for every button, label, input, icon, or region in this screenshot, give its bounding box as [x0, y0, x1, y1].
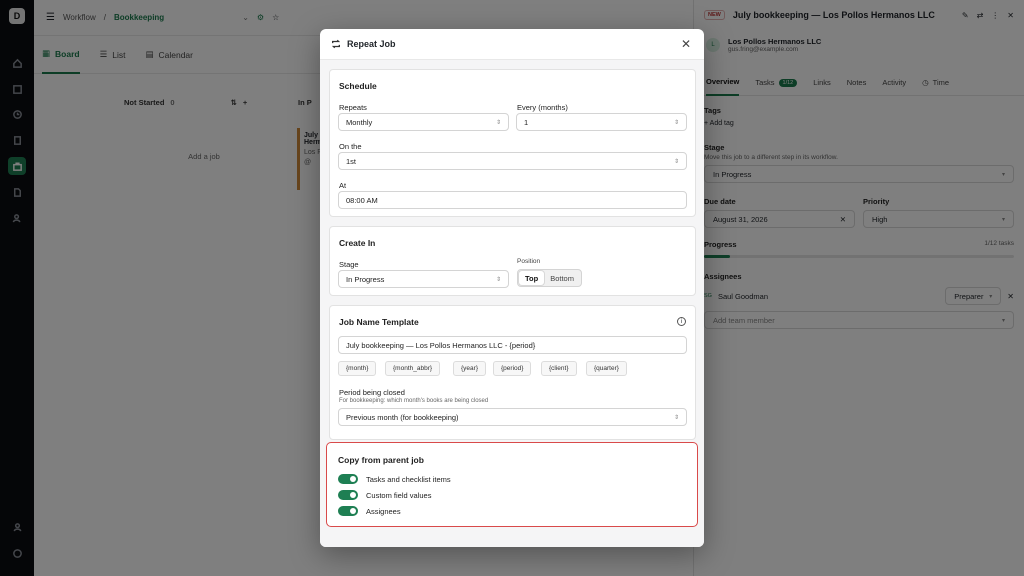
chevron-updown-icon: ⇕	[495, 276, 501, 283]
repeats-value: Monthly	[346, 117, 373, 127]
stage-select[interactable]: In Progress ⇕	[338, 270, 509, 288]
token-chip-client[interactable]: {client}	[541, 361, 577, 376]
copy-tasks-label: Tasks and checklist items	[366, 474, 451, 484]
create-in-panel: Create In Stage In Progress ⇕ Position To…	[329, 226, 696, 296]
every-months-label: Every (months)	[517, 103, 568, 112]
copy-assignees-row: Assignees	[338, 506, 401, 516]
app-root: D ☰ Workflow / Bookkeeping ⌄ ⚙ ☆ ▦Board …	[0, 0, 1024, 576]
copy-from-parent-title: Copy from parent job	[338, 455, 424, 465]
template-title: Job Name Template	[339, 317, 419, 327]
period-hint: For bookkeeping: which month's books are…	[339, 398, 489, 404]
time-value: 08:00 AM	[346, 195, 378, 205]
close-icon[interactable]: ✕	[679, 37, 693, 51]
time-input[interactable]: 08:00 AM	[338, 191, 687, 209]
template-input[interactable]: July bookkeeping — Los Pollos Hermanos L…	[338, 336, 687, 354]
copy-from-parent-panel: Copy from parent job Tasks and checklist…	[326, 442, 698, 527]
on-the-select[interactable]: 1st ⇕	[338, 152, 687, 170]
copy-custom-fields-toggle[interactable]	[338, 490, 358, 500]
repeats-label: Repeats	[339, 103, 367, 112]
modal-header: Repeat Job ✕	[320, 29, 704, 60]
job-name-template-panel: Job Name Template i July bookkeeping — L…	[329, 305, 696, 440]
token-chip-quarter[interactable]: {quarter}	[586, 361, 627, 376]
copy-assignees-label: Assignees	[366, 506, 401, 516]
create-in-title: Create In	[339, 238, 376, 248]
copy-tasks-toggle[interactable]	[338, 474, 358, 484]
stage-value: In Progress	[346, 274, 385, 284]
token-chip-period[interactable]: {period}	[493, 361, 532, 376]
copy-custom-fields-row: Custom field values	[338, 490, 431, 500]
chevron-updown-icon: ⇕	[673, 414, 679, 421]
schedule-panel: Schedule Repeats Monthly ⇕ Every (months)…	[329, 69, 696, 217]
at-label: At	[339, 181, 347, 190]
template-value: July bookkeeping — Los Pollos Hermanos L…	[346, 340, 536, 350]
token-chip-month[interactable]: {month}	[338, 361, 377, 376]
position-toggle: Top Bottom	[517, 269, 582, 287]
on-the-label: On the	[339, 142, 362, 151]
every-months-stepper[interactable]: 1 ⇕	[516, 113, 687, 131]
period-label: Period being closed	[339, 388, 405, 397]
period-value: Previous month (for bookkeeping)	[346, 412, 459, 422]
token-chip-year[interactable]: {year}	[453, 361, 486, 376]
copy-custom-fields-label: Custom field values	[366, 490, 432, 500]
copy-assignees-toggle[interactable]	[338, 506, 358, 516]
on-the-value: 1st	[346, 156, 357, 166]
chevron-updown-icon: ⇕	[495, 119, 501, 126]
repeat-icon	[331, 39, 341, 49]
stage-label: Stage	[339, 260, 359, 269]
modal-title: Repeat Job	[347, 39, 396, 49]
info-icon[interactable]: i	[677, 317, 686, 326]
position-label: Position	[517, 258, 541, 265]
position-top-option[interactable]: Top	[519, 271, 545, 285]
copy-tasks-row: Tasks and checklist items	[338, 474, 451, 484]
stepper-arrows-icon[interactable]: ⇕	[674, 119, 679, 126]
period-select[interactable]: Previous month (for bookkeeping) ⇕	[338, 408, 687, 426]
chevron-updown-icon: ⇕	[673, 158, 679, 165]
token-chip-month-abbr[interactable]: {month_abbr}	[385, 361, 441, 376]
schedule-title: Schedule	[339, 81, 377, 91]
position-bottom-option[interactable]: Bottom	[544, 271, 580, 285]
repeats-select[interactable]: Monthly ⇕	[338, 113, 509, 131]
every-months-value: 1	[524, 117, 529, 127]
